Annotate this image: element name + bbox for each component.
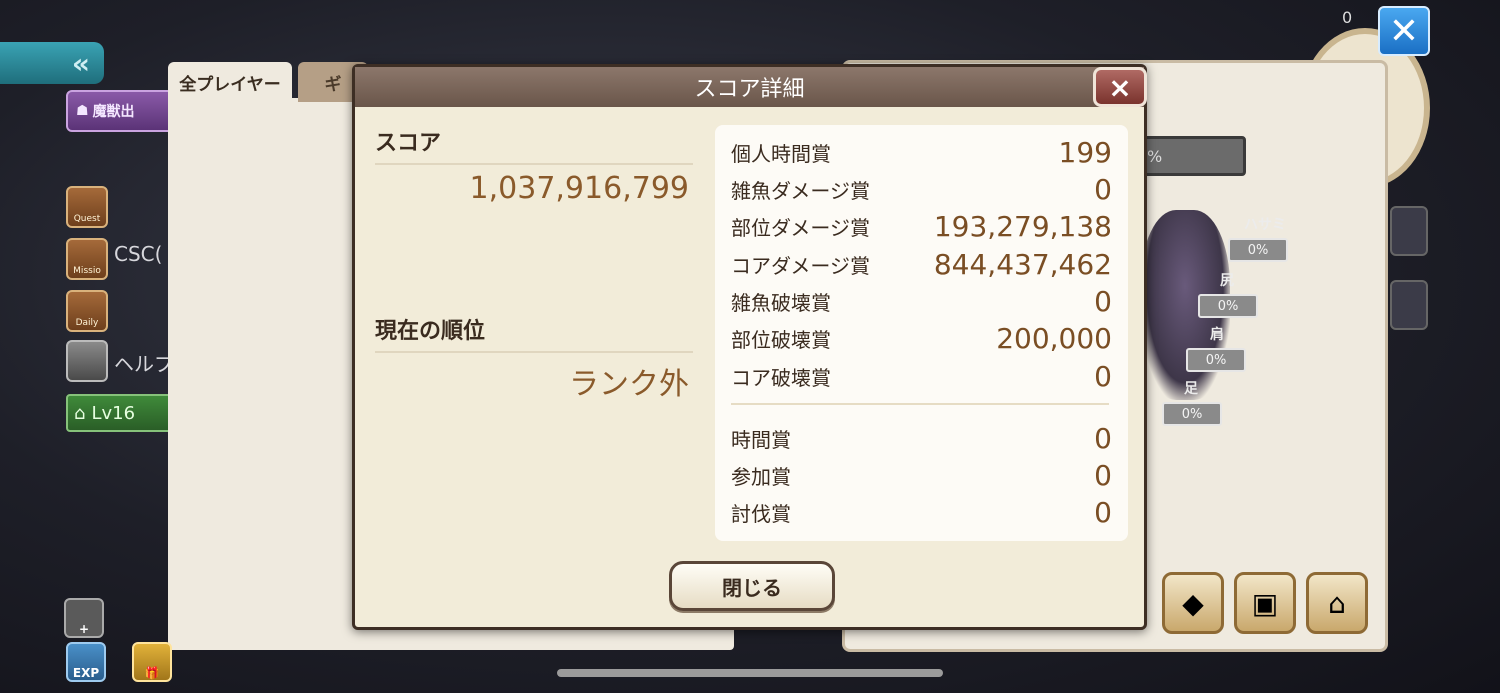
dialog-title: スコア詳細: [694, 77, 805, 102]
score-label: スコア: [375, 131, 442, 156]
close-icon: ✕: [1388, 10, 1420, 52]
bonus-row: 時間賞 0: [731, 421, 1112, 455]
home-indicator[interactable]: [557, 669, 943, 677]
gem-glyph-icon: ◆: [1182, 586, 1204, 620]
party-icon[interactable]: [1390, 280, 1428, 330]
house-icon: ⌂: [74, 402, 86, 424]
part-label: 尻: [1220, 273, 1234, 289]
score-value: 1,037,916,799: [469, 171, 689, 206]
shop-glyph-icon: ⌂: [1328, 586, 1346, 620]
breakdown-row: コアダメージ賞 844,437,462: [731, 247, 1112, 281]
quest-icon[interactable]: Quest: [66, 186, 108, 228]
bonus-row: 討伐賞 0: [731, 495, 1112, 529]
chest-glyph-icon: ▣: [1251, 586, 1279, 620]
divider: [375, 163, 693, 165]
breakdown-row: 雑魚ダメージ賞 0: [731, 172, 1112, 206]
breakdown-row: 個人時間賞 199: [731, 135, 1112, 169]
plus-icon[interactable]: +: [64, 598, 104, 638]
beast-mask-icon: ☗: [76, 103, 89, 119]
close-icon: ×: [1108, 70, 1132, 104]
breakdown-row: 雑魚破壊賞 0: [731, 284, 1112, 318]
close-screen-button[interactable]: ✕: [1378, 6, 1430, 56]
help-label: ヘルプ: [114, 352, 174, 376]
menu-icon[interactable]: [1390, 206, 1428, 256]
part-percent: 0%: [1162, 402, 1222, 426]
divider: [375, 351, 693, 353]
treasure-chest-icon[interactable]: ▣: [1234, 572, 1296, 634]
part-percent: 0%: [1228, 238, 1288, 262]
tab-all-players[interactable]: 全プレイヤー: [168, 62, 292, 102]
boss-gauge: %: [1140, 136, 1246, 176]
handshake-icon[interactable]: [66, 340, 108, 382]
notification-counter: 0: [1342, 8, 1353, 27]
event-banner-label: 魔獣出: [92, 104, 135, 120]
divider: [731, 403, 1109, 405]
breakdown-row: コア破壊賞 0: [731, 359, 1112, 393]
close-button-label: 閉じる: [722, 575, 782, 600]
bonus-row: 参加賞 0: [731, 458, 1112, 492]
double-chevron-left-icon: «: [71, 46, 90, 80]
csc-label: CSC(: [114, 242, 163, 266]
rank-label: 現在の順位: [375, 319, 486, 344]
exp-icon[interactable]: EXP: [66, 642, 106, 682]
daily-icon[interactable]: Daily: [66, 290, 108, 332]
score-detail-dialog: スコア詳細 × スコア 1,037,916,799 現在の順位 ランク外 個人時…: [352, 64, 1147, 630]
dialog-close-button[interactable]: ×: [1093, 67, 1147, 107]
mission-icon[interactable]: Missio: [66, 238, 108, 280]
event-banner[interactable]: ☗ 魔獣出: [66, 90, 176, 132]
gem-icon[interactable]: ◆: [1162, 572, 1224, 634]
part-percent: 0%: [1198, 294, 1258, 318]
breakdown-row: 部位ダメージ賞 193,279,138: [731, 209, 1112, 243]
score-breakdown-card: 個人時間賞 199 雑魚ダメージ賞 0 部位ダメージ賞 193,279,138 …: [715, 125, 1128, 541]
part-percent: 0%: [1186, 348, 1246, 372]
close-button[interactable]: 閉じる: [669, 561, 835, 611]
breakdown-row: 部位破壊賞 200,000: [731, 321, 1112, 355]
dialog-header: スコア詳細: [355, 67, 1144, 107]
shop-icon[interactable]: ⌂: [1306, 572, 1368, 634]
rank-value: ランク外: [569, 367, 689, 402]
part-label: 肩: [1210, 327, 1224, 343]
gift-icon[interactable]: 🎁: [132, 642, 172, 682]
part-label: 足: [1184, 381, 1198, 397]
back-button[interactable]: «: [0, 42, 104, 84]
level-badge[interactable]: ⌂ Lv16: [66, 394, 176, 432]
part-label: ハサミ: [1244, 217, 1286, 233]
